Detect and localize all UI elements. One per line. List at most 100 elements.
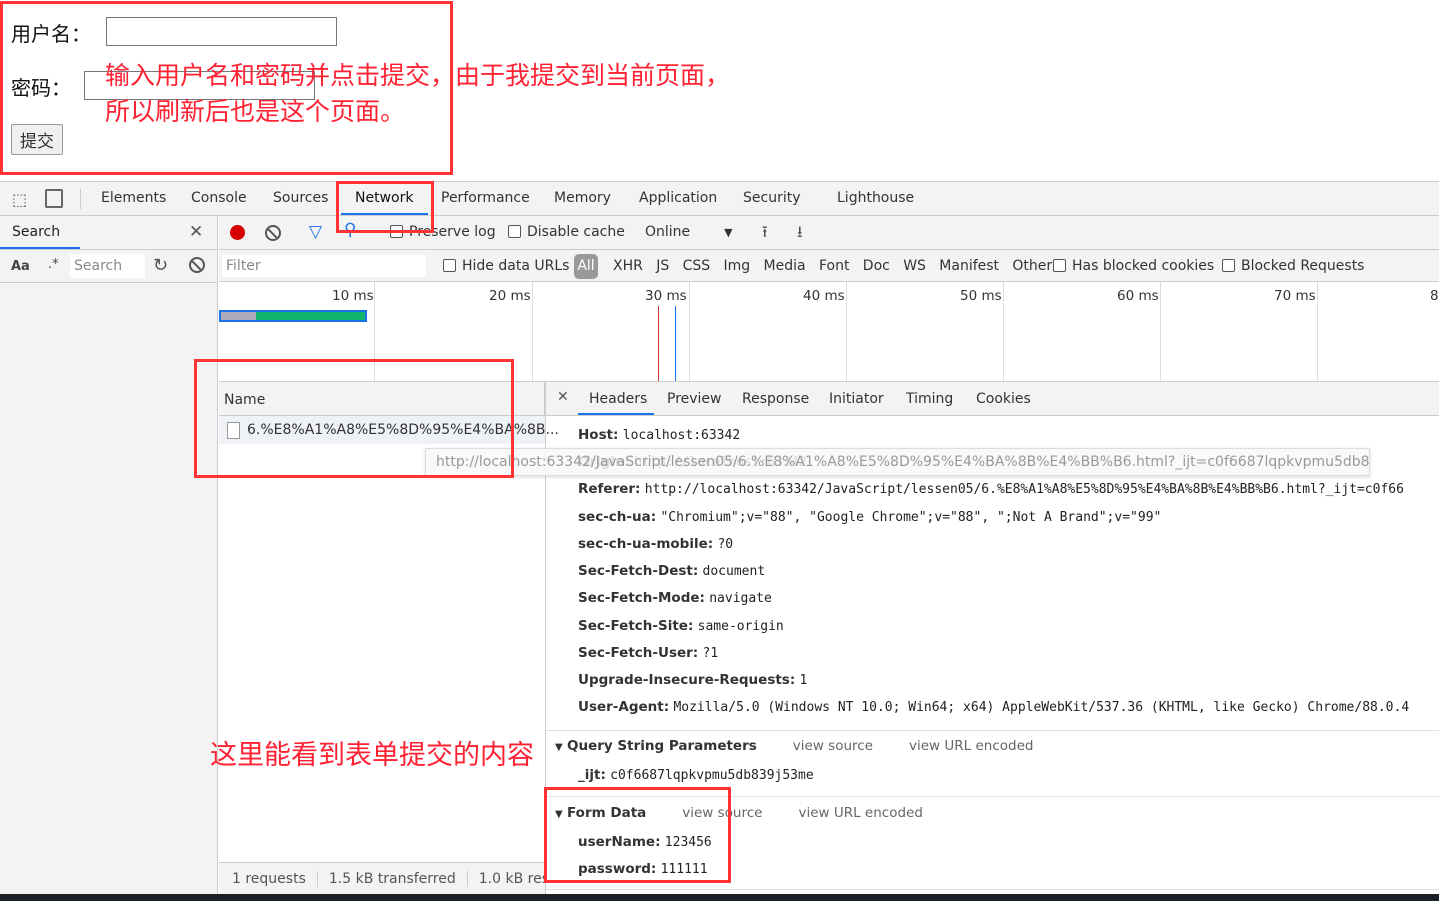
detail-tab-headers[interactable]: Headers — [589, 391, 647, 407]
timeline-tick: 8 — [1430, 288, 1439, 304]
grid-line — [532, 282, 533, 381]
record-icon[interactable] — [230, 225, 245, 240]
has-blocked-cookies-checkbox[interactable]: Has blocked cookies — [1053, 258, 1214, 274]
refresh-icon[interactable]: ↻ — [153, 255, 168, 276]
grid-line — [846, 282, 847, 381]
timeline-tick: 50 ms — [960, 288, 1002, 304]
annotation-line: 所以刷新后也是这个页面。 — [105, 97, 406, 126]
timeline-tick: 10 ms — [332, 288, 374, 304]
hide-data-urls-checkbox[interactable]: Hide data URLs — [443, 258, 569, 274]
filter-type-all[interactable]: All — [574, 254, 598, 279]
view-url-encoded-link[interactable]: view URL encoded — [798, 805, 922, 821]
import-har-icon[interactable]: ⭱ — [762, 221, 768, 248]
annotation-note-1: 输入用户名和密码并点击提交，由于我提交到当前页面， 所以刷新后也是这个页面。 — [105, 58, 730, 130]
tab-security[interactable]: Security — [743, 190, 801, 206]
filter-type-font[interactable]: Font — [819, 258, 849, 274]
filter-input[interactable]: Filter — [222, 255, 426, 277]
url-tooltip: http://localhost:63342/JavaScript/lessen… — [425, 448, 1370, 476]
preserve-log-checkbox[interactable]: Preserve log — [390, 224, 496, 240]
tab-sources[interactable]: Sources — [273, 190, 328, 206]
filter-type-other[interactable]: Other — [1012, 258, 1052, 274]
submit-button[interactable]: 提交 — [11, 124, 63, 155]
request-header: User-Agent: Mozilla/5.0 (Windows NT 10.0… — [578, 699, 1410, 715]
filter-type-manifest[interactable]: Manifest — [939, 258, 999, 274]
dropdown-arrow-icon: ▼ — [724, 226, 733, 239]
query-string-section-header[interactable]: ▼ Query String Parameters view source view… — [555, 738, 1033, 754]
detail-tab-preview[interactable]: Preview — [667, 391, 722, 407]
username-label: 用户名： — [11, 22, 91, 46]
expand-triangle-icon: ▼ — [555, 742, 563, 753]
filter-type-doc[interactable]: Doc — [863, 258, 890, 274]
timeline-tick: 60 ms — [1117, 288, 1159, 304]
clear-icon[interactable] — [189, 257, 205, 273]
tab-application[interactable]: Application — [639, 190, 717, 206]
throttle-select[interactable]: Online ▼ — [645, 224, 733, 240]
filter-type-css[interactable]: CSS — [683, 258, 711, 274]
tab-console[interactable]: Console — [191, 190, 247, 206]
detail-tab-response[interactable]: Response — [742, 391, 809, 407]
request-header: Sec-Fetch-Dest: document — [578, 563, 766, 579]
annotation-line: 输入用户名和密码并点击提交，由于我提交到当前页面， — [105, 61, 731, 90]
request-header: Sec-Fetch-Mode: navigate — [578, 590, 772, 606]
request-header: sec-ch-ua-mobile: ?0 — [578, 536, 734, 552]
close-icon[interactable]: ✕ — [189, 222, 203, 242]
disable-cache-checkbox[interactable]: Disable cache — [508, 224, 625, 240]
request-header: Host: localhost:63342 — [578, 427, 741, 443]
grid-line — [1160, 282, 1161, 381]
clear-log-icon[interactable] — [265, 225, 281, 241]
tab-network[interactable]: Network — [355, 190, 413, 206]
request-header: Referer: http://localhost:63342/JavaScri… — [578, 481, 1404, 497]
view-url-encoded-link[interactable]: view URL encoded — [909, 738, 1033, 754]
tab-memory[interactable]: Memory — [554, 190, 611, 206]
name-column-header[interactable] — [219, 381, 545, 416]
device-toolbar-icon[interactable] — [45, 189, 63, 208]
detail-tab-initiator[interactable]: Initiator — [829, 391, 884, 407]
search-icon[interactable]: ⚲ — [344, 220, 356, 240]
match-case-toggle[interactable]: Aa — [11, 259, 30, 274]
form-data-section-header[interactable]: ▼ Form Data view source view URL encoded — [555, 805, 923, 821]
domcontentloaded-line — [675, 306, 676, 381]
blocked-requests-label: Blocked Requests — [1241, 258, 1365, 274]
filter-type-js[interactable]: JS — [656, 258, 669, 274]
request-header: Sec-Fetch-Site: same-origin — [578, 618, 784, 634]
close-detail-icon[interactable]: ✕ — [557, 389, 569, 405]
request-count: 1 requests — [232, 871, 306, 887]
tab-performance[interactable]: Performance — [441, 190, 530, 206]
grid-line — [1317, 282, 1318, 381]
tab-elements[interactable]: Elements — [101, 190, 166, 206]
divider — [546, 889, 1439, 890]
disable-cache-label: Disable cache — [527, 224, 625, 240]
inspect-element-icon[interactable]: ⬚ — [12, 190, 27, 209]
export-har-icon[interactable]: ⭳ — [797, 221, 803, 248]
request-header: Upgrade-Insecure-Requests: 1 — [578, 672, 808, 688]
form-param-password: password: 111111 — [578, 861, 708, 877]
filter-type-ws[interactable]: WS — [903, 258, 926, 274]
view-source-link[interactable]: view source — [682, 805, 762, 821]
blocked-requests-checkbox[interactable]: Blocked Requests — [1222, 258, 1364, 274]
detail-tab-cookies[interactable]: Cookies — [976, 391, 1031, 407]
tab-lighthouse[interactable]: Lighthouse — [837, 190, 914, 206]
regex-toggle[interactable]: .* — [48, 257, 59, 272]
status-bar: 1 requests 1.5 kB transferred 1.0 kB resou — [219, 862, 545, 894]
search-input[interactable]: Search — [70, 254, 145, 278]
username-input[interactable] — [106, 17, 337, 46]
filter-type-img[interactable]: Img — [724, 258, 751, 274]
grid-line — [374, 282, 375, 381]
name-column-label: Name — [224, 392, 266, 408]
filter-type-media[interactable]: Media — [764, 258, 806, 274]
expand-triangle-icon: ▼ — [555, 809, 563, 820]
filter-icon[interactable]: ▽ — [309, 222, 322, 242]
timeline-tick: 30 ms — [645, 288, 687, 304]
request-name[interactable]: 6.%E8%A1%A8%E5%8D%95%E4%BA%8B... — [247, 422, 559, 438]
divider — [80, 189, 81, 209]
timeline-tick: 20 ms — [489, 288, 531, 304]
divider — [0, 282, 218, 283]
view-source-link[interactable]: view source — [793, 738, 873, 754]
has-blocked-cookies-label: Has blocked cookies — [1072, 258, 1215, 274]
filter-type-xhr[interactable]: XHR — [613, 258, 643, 274]
detail-tab-timing[interactable]: Timing — [906, 391, 953, 407]
preserve-log-label: Preserve log — [409, 224, 496, 240]
form-param-username: userName: 123456 — [578, 834, 712, 850]
hide-data-urls-label: Hide data URLs — [462, 258, 570, 274]
active-tab-indicator — [341, 213, 428, 215]
